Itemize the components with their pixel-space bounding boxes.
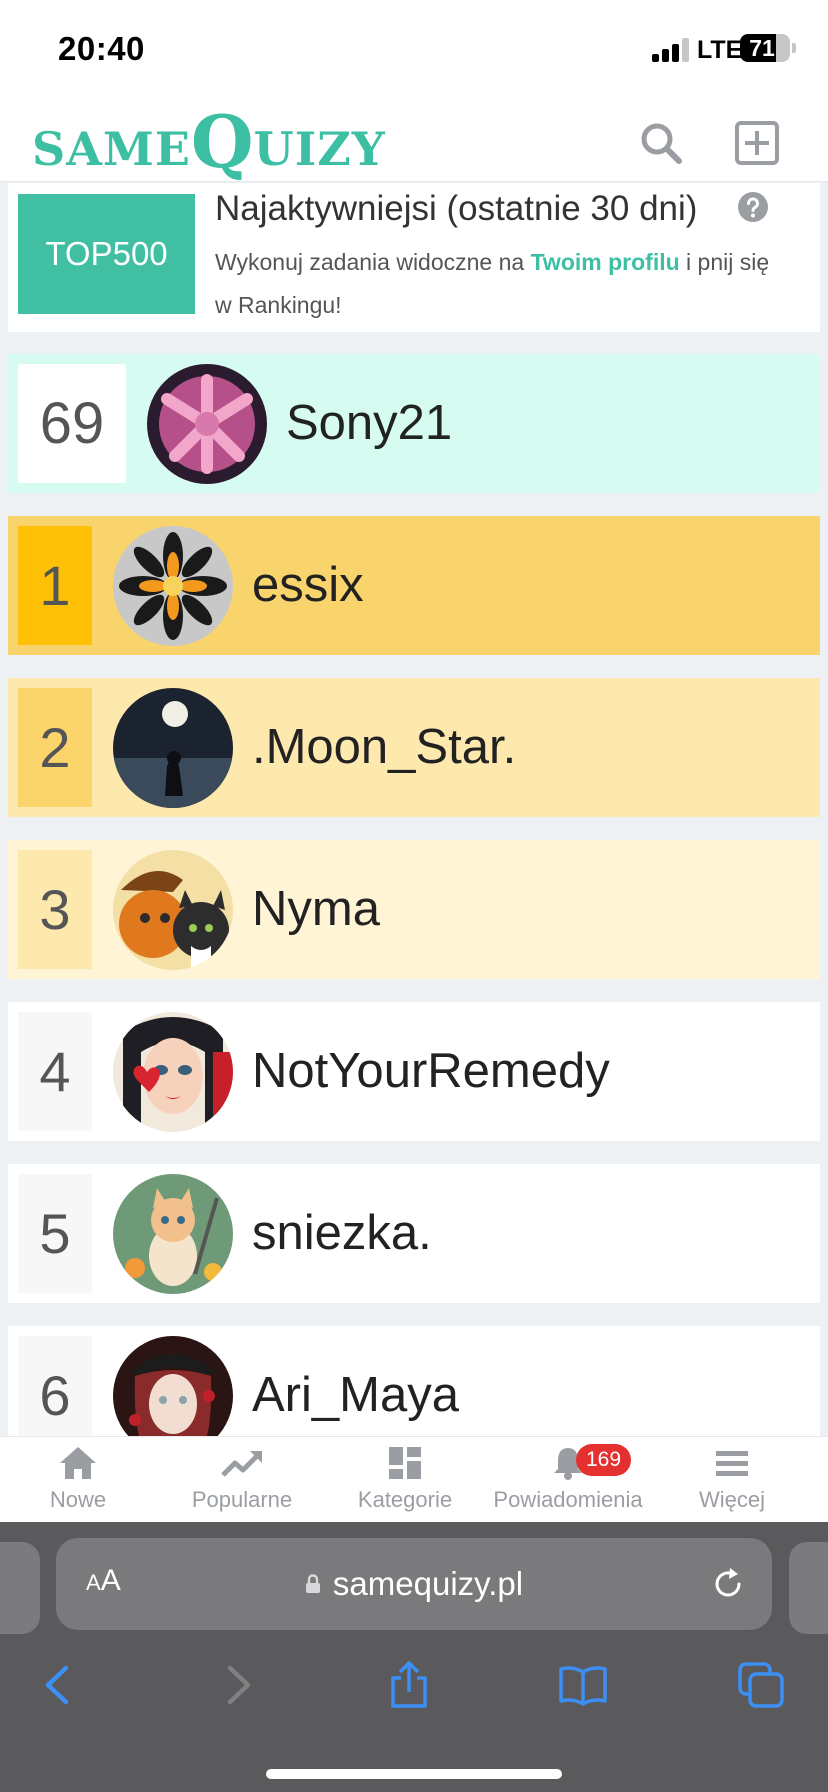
address-bar[interactable]: AA samequizy.pl xyxy=(56,1538,772,1630)
rank-number: 1 xyxy=(18,526,92,645)
username[interactable]: Sony21 xyxy=(286,354,452,493)
avatar[interactable] xyxy=(113,1174,233,1294)
battery-icon: 71 xyxy=(740,34,790,62)
forward-chevron-icon[interactable] xyxy=(212,1660,262,1710)
avatar[interactable] xyxy=(113,688,233,808)
browser-toolbar: AA samequizy.pl xyxy=(0,1522,828,1792)
bottom-tab-bar: Nowe Popularne Kategorie Powiadomienia W… xyxy=(0,1436,828,1522)
tabs-icon[interactable] xyxy=(736,1660,786,1710)
notification-count-badge: 169 xyxy=(576,1444,632,1476)
url-text: samequizy.pl xyxy=(332,1565,524,1602)
site-header: SAME Q UIZY xyxy=(0,98,828,182)
ranking-info-card: TOP500 Najaktywniejsi (ostatnie 30 dni) … xyxy=(8,183,820,332)
ranking-title: Najaktywniejsi (ostatnie 30 dni) xyxy=(215,189,698,228)
logo-part: UIZY xyxy=(253,122,386,176)
rank-number: 4 xyxy=(18,1012,92,1131)
url-display[interactable]: samequizy.pl xyxy=(56,1538,772,1630)
avatar[interactable] xyxy=(147,364,267,484)
home-indicator[interactable] xyxy=(266,1769,562,1779)
ranking-row-2[interactable]: 2 .Moon_Star. xyxy=(8,678,820,817)
rank-number: 5 xyxy=(18,1174,92,1293)
next-tab-preview[interactable] xyxy=(789,1542,828,1634)
lock-icon xyxy=(305,1574,320,1593)
tab-popularne[interactable]: Popularne xyxy=(160,1445,324,1521)
profile-link[interactable]: Twoim profilu xyxy=(531,249,680,275)
logo-part: SAME xyxy=(32,122,191,176)
ranking-row-3[interactable]: 3 Nyma xyxy=(8,840,820,979)
tab-label: Powiadomienia xyxy=(493,1487,643,1512)
avatar[interactable] xyxy=(113,1012,233,1132)
clock: 20:40 xyxy=(58,30,145,67)
tab-label: Popularne xyxy=(191,1487,293,1512)
username[interactable]: Nyma xyxy=(252,840,380,979)
question-circle-icon[interactable] xyxy=(737,191,769,223)
ranking-row-5[interactable]: 5 sniezka. xyxy=(8,1164,820,1303)
tab-wiecej[interactable]: Więcej xyxy=(650,1445,814,1521)
ranking-row-4[interactable]: 4 NotYourRemedy xyxy=(8,1002,820,1141)
description-text: Wykonuj zadania widoczne na xyxy=(215,249,531,275)
network-type: LTE xyxy=(697,36,743,64)
battery-cap xyxy=(792,43,796,53)
tab-label: Nowe xyxy=(49,1487,107,1512)
samequizy-logo[interactable]: SAME Q UIZY xyxy=(32,102,386,178)
dashboard-icon xyxy=(389,1447,421,1479)
username[interactable]: essix xyxy=(252,516,364,655)
status-bar: 20:40 LTE 71 xyxy=(0,0,828,98)
username[interactable]: .Moon_Star. xyxy=(252,678,516,817)
battery-percent: 71 xyxy=(749,35,775,61)
tab-label: Więcej xyxy=(698,1487,765,1512)
ranking-description: Wykonuj zadania widoczne na Twoim profil… xyxy=(215,241,790,327)
current-user-row[interactable]: 69 Sony21 xyxy=(8,354,820,493)
rank-number: 2 xyxy=(18,688,92,807)
top500-badge: TOP500 xyxy=(18,194,195,314)
add-square-icon[interactable] xyxy=(734,120,780,166)
signal-strength-icon xyxy=(652,38,690,62)
logo-part: Q xyxy=(190,99,254,184)
trending-up-icon xyxy=(221,1451,262,1477)
tab-kategorie[interactable]: Kategorie xyxy=(323,1445,487,1521)
previous-tab-preview[interactable] xyxy=(0,1542,40,1634)
rank-number: 69 xyxy=(18,364,126,483)
username[interactable]: sniezka. xyxy=(252,1164,432,1303)
share-icon[interactable] xyxy=(384,1660,434,1710)
tab-nowe[interactable]: Nowe xyxy=(0,1445,160,1521)
home-icon xyxy=(60,1447,96,1479)
avatar[interactable] xyxy=(113,850,233,970)
tab-label: Kategorie xyxy=(357,1487,453,1512)
back-chevron-icon[interactable] xyxy=(34,1660,84,1710)
search-icon[interactable] xyxy=(638,120,684,166)
username[interactable]: NotYourRemedy xyxy=(252,1002,610,1141)
avatar[interactable] xyxy=(113,526,233,646)
book-icon[interactable] xyxy=(558,1660,608,1710)
reload-icon[interactable] xyxy=(710,1566,746,1602)
rank-number: 3 xyxy=(18,850,92,969)
menu-icon xyxy=(716,1451,748,1476)
ranking-row-1[interactable]: 1 essix xyxy=(8,516,820,655)
